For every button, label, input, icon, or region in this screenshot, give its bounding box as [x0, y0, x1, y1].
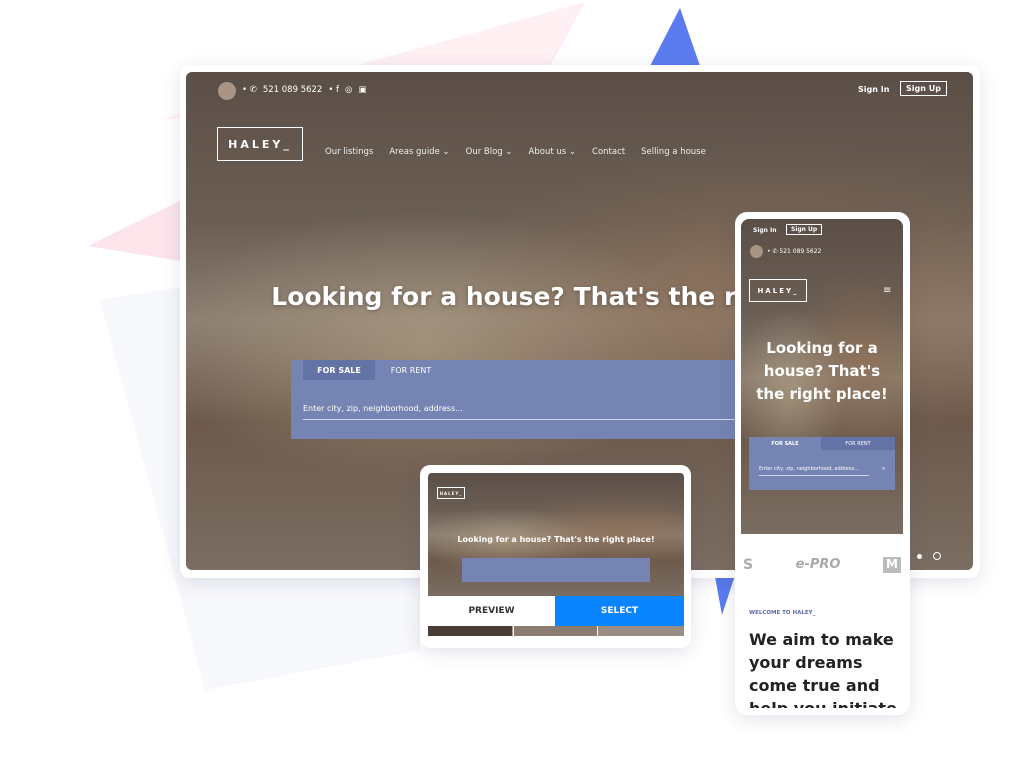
select-button[interactable]: SELECT — [555, 596, 684, 626]
slider-dot-active[interactable] — [933, 552, 941, 560]
avatar — [218, 82, 236, 100]
partner-logo: S — [743, 557, 754, 573]
mobile-headline: We aim to make your dreams come true and… — [749, 630, 897, 708]
mobile-phone-number: 521 089 5622 — [779, 248, 822, 255]
mobile-search-panel: FOR SALE FOR RENT Enter city, zip, neigh… — [749, 437, 895, 490]
facebook-icon[interactable]: • f — [328, 85, 339, 95]
tablet-mockup: HALEY_ Looking for a house? That's the r… — [420, 465, 691, 648]
phone-number: 521 089 5622 — [262, 85, 323, 95]
sign-in-link[interactable]: Sign In — [858, 85, 889, 94]
preview-button[interactable]: PREVIEW — [428, 596, 555, 626]
nav-areas-guide[interactable]: Areas guide ⌄ — [389, 147, 449, 157]
partner-logo: M — [883, 557, 901, 573]
mobile-screen: Sign In Sign Up • ✆ 521 089 5622 HALEY_ … — [741, 219, 903, 534]
mobile-tab-for-sale[interactable]: FOR SALE — [749, 437, 821, 450]
twitter-icon[interactable]: ▣ — [358, 85, 366, 95]
tablet-logo: HALEY_ — [437, 487, 465, 499]
nav-selling[interactable]: Selling a house — [641, 147, 706, 157]
partner-logos: S e-PRO M — [743, 557, 901, 573]
mobile-logo[interactable]: HALEY_ — [749, 279, 807, 302]
mobile-phone: • ✆ 521 089 5622 — [767, 248, 822, 255]
tablet-search-panel — [462, 558, 650, 582]
partner-logo: e-PRO — [795, 557, 841, 572]
instagram-icon[interactable]: ◎ — [345, 85, 352, 95]
sign-up-button[interactable]: Sign Up — [900, 81, 947, 96]
nav-about-us[interactable]: About us ⌄ — [529, 147, 576, 157]
phone-icon: • ✆ — [242, 85, 257, 95]
tablet-hero-title: Looking for a house? That's the right pl… — [457, 535, 655, 544]
tab-for-rent[interactable]: FOR RENT — [375, 360, 447, 380]
mobile-tab-for-rent[interactable]: FOR RENT — [821, 437, 895, 450]
tab-for-sale[interactable]: FOR SALE — [303, 360, 375, 380]
tablet-screen: HALEY_ Looking for a house? That's the r… — [428, 473, 684, 596]
welcome-label: WELCOME TO HALEY_ — [749, 610, 816, 616]
search-icon[interactable]: ⌕ — [882, 465, 885, 473]
mobile-sign-in[interactable]: Sign In — [753, 227, 777, 234]
mobile-sign-up[interactable]: Sign Up — [786, 224, 823, 235]
mobile-search-input[interactable]: Enter city, zip, neighborhood, address..… — [759, 466, 869, 476]
hamburger-menu-icon[interactable]: ≡ — [883, 285, 891, 296]
nav-our-listings[interactable]: Our listings — [325, 147, 373, 157]
mobile-mockup: Sign In Sign Up • ✆ 521 089 5622 HALEY_ … — [735, 212, 910, 715]
slider-dot[interactable] — [917, 554, 922, 559]
mobile-avatar — [750, 245, 763, 258]
thumbnail-strip — [428, 626, 684, 636]
nav-contact[interactable]: Contact — [592, 147, 625, 157]
logo[interactable]: HALEY_ — [217, 127, 303, 161]
mobile-hero-title: Looking for a house? That's the right pl… — [756, 339, 888, 403]
nav-our-blog[interactable]: Our Blog ⌄ — [466, 147, 513, 157]
